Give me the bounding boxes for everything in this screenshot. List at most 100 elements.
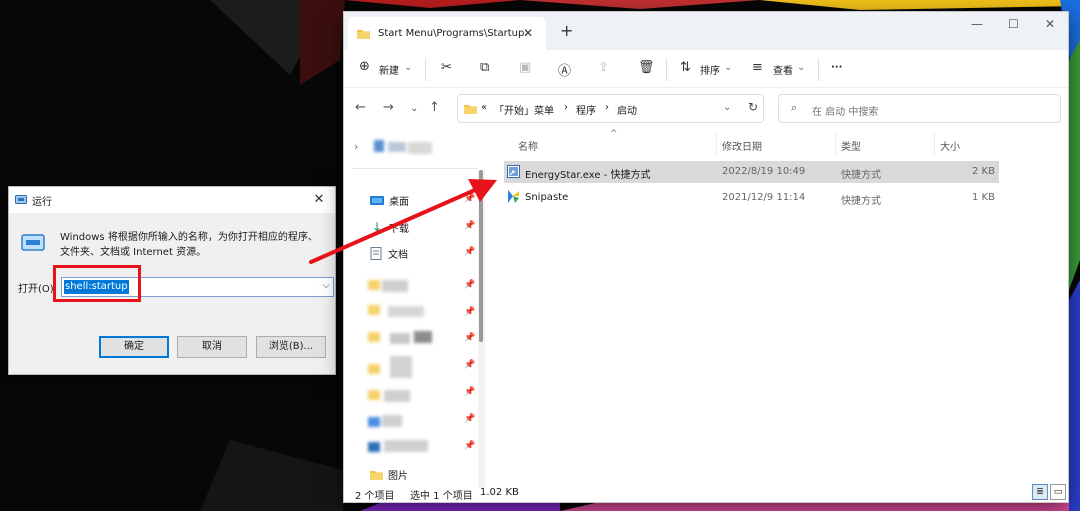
file-size: 1 KB: [972, 192, 995, 203]
search-input[interactable]: ⌕ 在 启动 中搜索: [778, 94, 1061, 123]
input-highlight-box: [53, 265, 141, 302]
expand-chevron-icon[interactable]: ›: [354, 140, 358, 153]
sort-chevron-icon[interactable]: ⌄: [724, 62, 732, 73]
minimize-icon[interactable]: —: [971, 17, 983, 31]
status-size: 1.02 KB: [480, 487, 519, 498]
tab-close-icon[interactable]: ✕: [523, 26, 533, 40]
close-icon[interactable]: ✕: [309, 189, 329, 209]
rename-icon[interactable]: Ⓐ: [558, 60, 571, 79]
breadcrumb-item[interactable]: 程序: [576, 102, 596, 117]
window-close-icon[interactable]: ✕: [1045, 17, 1055, 31]
new-tab-icon[interactable]: +: [560, 21, 573, 40]
delete-icon[interactable]: 🗑: [638, 60, 655, 75]
column-header-date[interactable]: 修改日期: [722, 138, 762, 153]
breadcrumb-item[interactable]: 「开始」菜单: [494, 102, 554, 117]
history-chevron-icon[interactable]: ⌄: [723, 102, 731, 113]
explorer-window: Start Menu\Programs\Startup ✕ + — ☐ ✕ ⊕ …: [343, 11, 1069, 503]
shortcut-icon: [507, 165, 520, 178]
pin-icon: 📌: [464, 441, 476, 451]
run-title: 运行: [32, 196, 52, 208]
pin-icon: 📌: [464, 387, 476, 397]
pin-icon: 📌: [464, 333, 476, 343]
search-icon: ⌕: [791, 101, 798, 114]
column-divider[interactable]: [934, 132, 935, 156]
nav-item-label: 文档: [388, 249, 408, 261]
chevron-right-icon: ›: [605, 102, 609, 113]
cut-icon[interactable]: ✂: [441, 60, 452, 75]
file-row-snipaste[interactable]: Snipaste 2021/12/9 11:14 快捷方式 1 KB: [504, 187, 999, 209]
view-chevron-icon[interactable]: ⌄: [797, 62, 805, 73]
sort-button[interactable]: 排序: [700, 62, 720, 77]
cancel-button[interactable]: 取消: [177, 336, 247, 358]
pin-icon: 📌: [464, 307, 476, 317]
pin-icon: 📌: [464, 247, 476, 257]
blurred-nav-item: [368, 278, 413, 296]
more-button[interactable]: ···: [831, 62, 842, 73]
paste-icon[interactable]: ▣: [519, 60, 531, 75]
chevron-right-icon: ›: [564, 102, 568, 113]
address-bar[interactable]: « 「开始」菜单 › 程序 › 启动 ⌄ ↻: [457, 94, 764, 123]
blurred-nav-item: [368, 356, 438, 382]
blurred-user-item: [374, 138, 434, 158]
tab-startup[interactable]: Start Menu\Programs\Startup ✕: [348, 17, 546, 50]
up-icon[interactable]: ↑: [429, 100, 440, 115]
column-header-name[interactable]: 名称: [518, 138, 538, 153]
nav-scrollbar[interactable]: [478, 170, 485, 488]
document-icon: [370, 246, 382, 260]
file-name: EnergyStar.exe - 快捷方式: [525, 170, 651, 181]
view-button[interactable]: 查看: [773, 62, 793, 77]
maximize-icon[interactable]: ☐: [1008, 17, 1019, 31]
nav-item-label: 图片: [388, 470, 408, 482]
new-chevron-icon[interactable]: ⌄: [404, 62, 412, 73]
folder-icon: [464, 103, 477, 114]
sort-icon[interactable]: ⇅: [680, 60, 691, 75]
back-icon[interactable]: ←: [355, 100, 366, 115]
nav-item-documents[interactable]: 文档: [370, 245, 408, 261]
file-name: Snipaste: [525, 192, 569, 203]
nav-item-label: 桌面: [389, 196, 409, 208]
browse-button[interactable]: 浏览(B)...: [256, 336, 326, 358]
share-icon[interactable]: ⇪: [598, 60, 609, 75]
pin-icon: 📌: [464, 221, 476, 231]
desktop-icon: [370, 195, 384, 206]
new-button[interactable]: 新建: [379, 62, 399, 77]
tab-title: Start Menu\Programs\Startup: [378, 28, 525, 39]
recent-chevron-icon[interactable]: ⌄: [410, 103, 418, 114]
download-icon: ↓: [371, 220, 383, 234]
folder-icon: [357, 28, 370, 39]
run-dialog: 运行 ✕ Windows 将根据你所输入的名称，为你打开相应的程序、文件夹、文档…: [8, 186, 336, 375]
column-header-size[interactable]: 大小: [940, 138, 960, 153]
tab-bar: Start Menu\Programs\Startup ✕ + — ☐ ✕: [344, 12, 1068, 50]
refresh-icon[interactable]: ↻: [748, 100, 758, 114]
nav-item-pictures[interactable]: 图片: [370, 466, 408, 482]
nav-item-desktop[interactable]: 桌面: [370, 192, 409, 208]
scrollbar-thumb[interactable]: [479, 170, 483, 342]
breadcrumb-item[interactable]: 启动: [617, 102, 637, 117]
file-date: 2021/12/9 11:14: [722, 192, 806, 203]
chevron-down-icon[interactable]: ⌵: [322, 280, 330, 291]
blurred-nav-item: [368, 388, 438, 408]
blurred-nav-item: [368, 330, 438, 348]
file-type: 快捷方式: [841, 170, 881, 181]
column-divider[interactable]: [835, 132, 836, 156]
file-date: 2022/8/19 10:49: [722, 166, 806, 177]
file-row-energystar[interactable]: EnergyStar.exe - 快捷方式 2022/8/19 10:49 快捷…: [504, 161, 999, 183]
nav-item-downloads[interactable]: ↓ 下载: [370, 219, 409, 235]
tiles-view-icon[interactable]: ▭: [1050, 484, 1066, 500]
address-bar-row: ← → ⌄ ↑ « 「开始」菜单 › 程序 › 启动 ⌄ ↻ ⌕ 在 启动 中搜…: [344, 88, 1068, 130]
run-description: Windows 将根据你所输入的名称，为你打开相应的程序、文件夹、文档或 Int…: [60, 232, 318, 258]
copy-icon[interactable]: ⧉: [480, 60, 489, 75]
column-header-type[interactable]: 类型: [841, 138, 861, 153]
file-type: 快捷方式: [841, 196, 881, 207]
new-icon[interactable]: ⊕: [359, 59, 370, 74]
forward-icon[interactable]: →: [383, 100, 394, 115]
pin-icon: 📌: [464, 194, 476, 204]
overflow-icon[interactable]: «: [481, 102, 487, 113]
details-view-icon[interactable]: ≣: [1032, 484, 1048, 500]
column-divider[interactable]: [716, 132, 717, 156]
ok-button[interactable]: 确定: [99, 336, 169, 358]
blurred-nav-item: [368, 303, 433, 321]
view-icon[interactable]: ≡: [752, 60, 763, 75]
pin-icon: 📌: [464, 280, 476, 290]
run-title-bar: 运行 ✕: [9, 187, 335, 213]
